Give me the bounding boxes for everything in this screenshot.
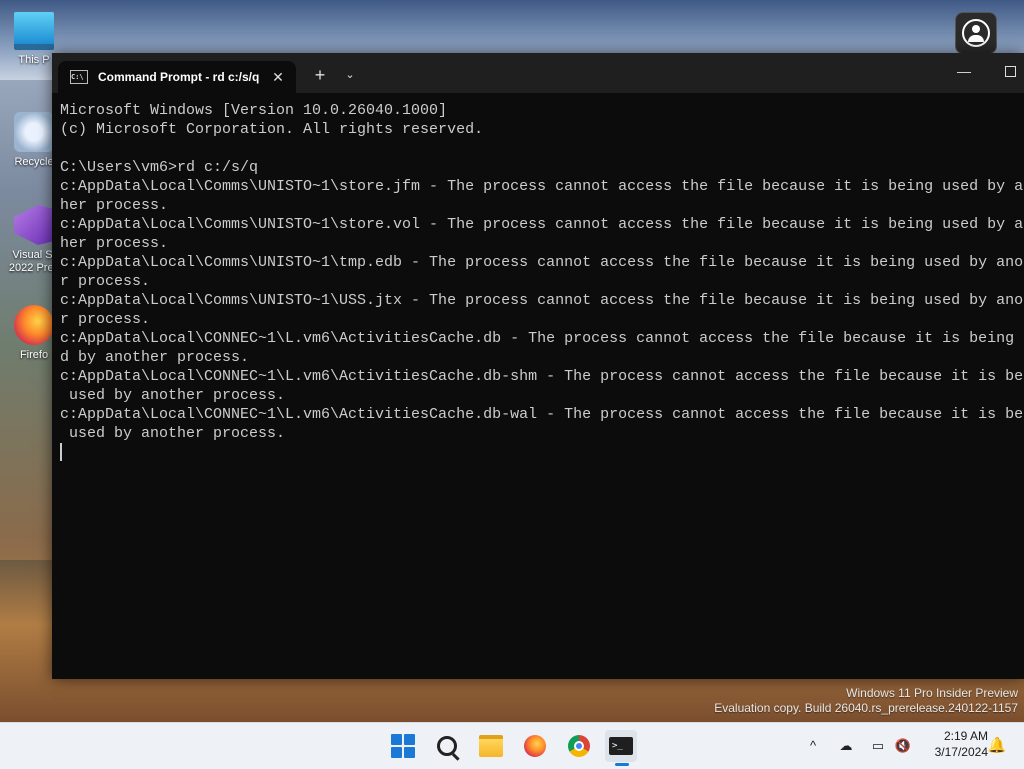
firefox-icon (14, 305, 54, 345)
console-line: c:AppData\Local\CONNEC~1\L.vm6\Activitie… (60, 368, 1024, 385)
windows-logo-icon (391, 734, 415, 758)
console-line: r process. (60, 273, 151, 290)
start-button[interactable] (387, 730, 419, 762)
tab-dropdown-button[interactable]: ⌄ (340, 63, 360, 87)
console-line: c:AppData\Local\Comms\UNISTO~1\store.jfm… (60, 178, 1024, 195)
console-line: r process. (60, 311, 151, 328)
minimize-button[interactable]: — (952, 61, 976, 85)
maximize-button[interactable] (998, 61, 1022, 85)
clock-time: 2:19 AM (943, 729, 988, 743)
show-hidden-icons-button[interactable]: ^ (804, 735, 822, 757)
recycle-bin-icon (14, 112, 54, 152)
console-line: c:AppData\Local\Comms\UNISTO~1\tmp.edb -… (60, 254, 1024, 271)
monitor-icon (14, 12, 54, 50)
chrome-button[interactable] (563, 730, 595, 762)
user-icon (962, 19, 990, 47)
text-cursor (60, 443, 62, 461)
tab-title: Command Prompt - rd c:/s/q (98, 70, 260, 84)
console-line: c:AppData\Local\Comms\UNISTO~1\store.vol… (60, 216, 1024, 233)
console-line: her process. (60, 197, 169, 214)
terminal-window: C:\ Command Prompt - rd c:/s/q ✕ + ⌄ — M… (52, 53, 1024, 679)
terminal-button[interactable]: >_ (605, 730, 637, 762)
search-button[interactable] (431, 730, 463, 762)
file-explorer-button[interactable] (475, 730, 507, 762)
visual-studio-icon (14, 205, 54, 245)
tab-command-prompt[interactable]: C:\ Command Prompt - rd c:/s/q ✕ (58, 61, 296, 93)
terminal-icon: >_ (609, 737, 633, 755)
watermark-line2: Evaluation copy. Build 26040.rs_prerelea… (714, 701, 1018, 715)
console-prompt-line[interactable] (60, 443, 1024, 462)
console-line: c:AppData\Local\Comms\UNISTO~1\USS.jtx -… (60, 292, 1024, 309)
onedrive-offline-icon[interactable]: ☁ (836, 735, 856, 757)
title-bar[interactable]: C:\ Command Prompt - rd c:/s/q ✕ + ⌄ — (52, 53, 1024, 93)
console-line: Microsoft Windows [Version 10.0.26040.10… (60, 102, 448, 119)
notification-bell-icon[interactable]: 🔔 (987, 735, 1007, 757)
volume-muted-icon[interactable]: 🔇 (893, 735, 913, 757)
console-line: c:AppData\Local\CONNEC~1\L.vm6\Activitie… (60, 330, 1024, 347)
folder-icon (479, 735, 503, 757)
firefox-button[interactable] (519, 730, 551, 762)
command-prompt-icon: C:\ (70, 70, 88, 84)
network-icon[interactable]: ▭ (868, 735, 888, 757)
clock-date: 3/17/2024 (934, 745, 988, 759)
taskbar: >_ ^ ☁ ▭ 🔇 2:19 AM 3/17/2024 🔔 (0, 722, 1024, 769)
console-line: her process. (60, 235, 169, 252)
active-app-indicator (615, 763, 629, 766)
user-account-button[interactable] (955, 12, 997, 54)
search-icon (437, 736, 457, 756)
new-tab-button[interactable]: + (308, 63, 332, 87)
chrome-icon (568, 735, 590, 757)
console-line: (c) Microsoft Corporation. All rights re… (60, 121, 484, 138)
maximize-icon (1004, 66, 1016, 77)
firefox-icon (524, 735, 546, 757)
console-line: C:\Users\vm6>rd c:/s/q (60, 159, 259, 176)
console-line: c:AppData\Local\CONNEC~1\L.vm6\Activitie… (60, 406, 1024, 423)
clock[interactable]: 2:19 AM 3/17/2024 (918, 728, 988, 760)
console-line: d by another process. (60, 349, 250, 366)
console-line: used by another process. (60, 387, 286, 404)
console-output[interactable]: Microsoft Windows [Version 10.0.26040.10… (60, 101, 1024, 671)
close-tab-icon[interactable]: ✕ (268, 69, 288, 86)
watermark-line1: Windows 11 Pro Insider Preview (846, 686, 1018, 700)
evaluation-watermark: Windows 11 Pro Insider Preview Evaluatio… (618, 686, 1018, 716)
console-line: used by another process. (60, 425, 286, 442)
